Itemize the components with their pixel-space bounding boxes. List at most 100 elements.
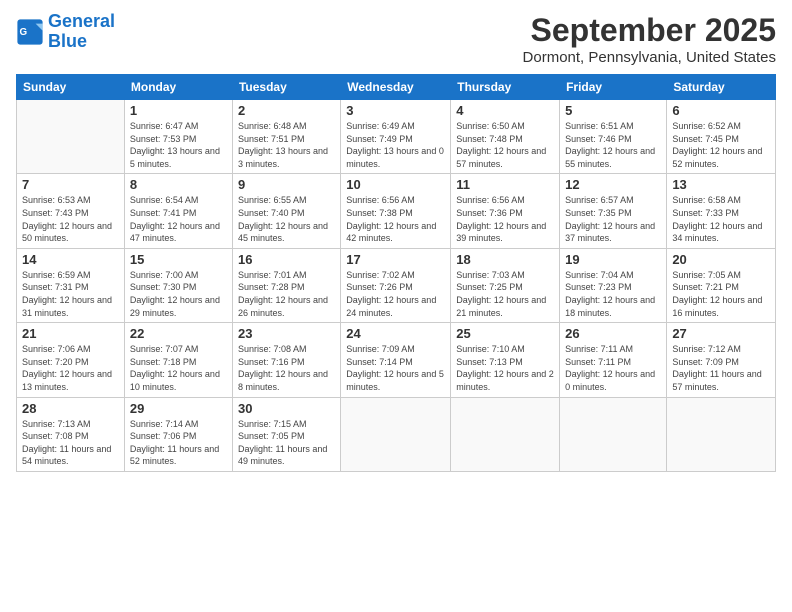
day-info: Sunrise: 7:04 AMSunset: 7:23 PMDaylight:… — [565, 269, 661, 319]
day-info: Sunrise: 7:05 AMSunset: 7:21 PMDaylight:… — [672, 269, 770, 319]
day-number: 24 — [346, 326, 445, 341]
calendar-cell: 9 Sunrise: 6:55 AMSunset: 7:40 PMDaylight… — [232, 174, 340, 248]
calendar-cell: 20 Sunrise: 7:05 AMSunset: 7:21 PMDayligh… — [667, 248, 776, 322]
day-number: 30 — [238, 401, 335, 416]
day-number: 18 — [456, 252, 554, 267]
svg-text:G: G — [20, 27, 28, 38]
day-header-friday: Friday — [560, 75, 667, 100]
day-header-sunday: Sunday — [17, 75, 125, 100]
header-row: SundayMondayTuesdayWednesdayThursdayFrid… — [17, 75, 776, 100]
day-info: Sunrise: 6:50 AMSunset: 7:48 PMDaylight:… — [456, 120, 554, 170]
day-info: Sunrise: 6:58 AMSunset: 7:33 PMDaylight:… — [672, 194, 770, 244]
week-row: 28 Sunrise: 7:13 AMSunset: 7:08 PMDayligh… — [17, 397, 776, 471]
day-header-monday: Monday — [124, 75, 232, 100]
day-info: Sunrise: 6:53 AMSunset: 7:43 PMDaylight:… — [22, 194, 119, 244]
day-info: Sunrise: 7:01 AMSunset: 7:28 PMDaylight:… — [238, 269, 335, 319]
title-block: September 2025 Dormont, Pennsylvania, Un… — [523, 12, 776, 66]
calendar-cell: 27 Sunrise: 7:12 AMSunset: 7:09 PMDayligh… — [667, 323, 776, 397]
day-number: 12 — [565, 177, 661, 192]
day-info: Sunrise: 7:03 AMSunset: 7:25 PMDaylight:… — [456, 269, 554, 319]
calendar-cell: 17Sunrise: 7:02 AMSunset: 7:26 PMDayligh… — [341, 248, 451, 322]
header: G General Blue September 2025 Dormont, P… — [16, 12, 776, 66]
day-info: Sunrise: 6:55 AMSunset: 7:40 PMDaylight:… — [238, 194, 335, 244]
day-number: 4 — [456, 103, 554, 118]
calendar-cell — [560, 397, 667, 471]
day-info: Sunrise: 6:57 AMSunset: 7:35 PMDaylight:… — [565, 194, 661, 244]
day-number: 21 — [22, 326, 119, 341]
calendar-cell — [667, 397, 776, 471]
day-number: 29 — [130, 401, 227, 416]
calendar-cell: 30 Sunrise: 7:15 AMSunset: 7:05 PMDayligh… — [232, 397, 340, 471]
day-number: 5 — [565, 103, 661, 118]
calendar-cell: 8Sunrise: 6:54 AMSunset: 7:41 PMDaylight… — [124, 174, 232, 248]
day-info: Sunrise: 6:52 AMSunset: 7:45 PMDaylight:… — [672, 120, 770, 170]
day-info: Sunrise: 7:10 AMSunset: 7:13 PMDaylight:… — [456, 343, 554, 393]
calendar-cell: 11 Sunrise: 6:56 AMSunset: 7:36 PMDayligh… — [451, 174, 560, 248]
day-info: Sunrise: 7:13 AMSunset: 7:08 PMDaylight:… — [22, 418, 119, 468]
day-number: 1 — [130, 103, 227, 118]
day-info: Sunrise: 6:56 AMSunset: 7:36 PMDaylight:… — [456, 194, 554, 244]
logo: G General Blue — [16, 12, 115, 52]
calendar-cell: 25Sunrise: 7:10 AMSunset: 7:13 PMDayligh… — [451, 323, 560, 397]
calendar-cell: 29Sunrise: 7:14 AMSunset: 7:06 PMDayligh… — [124, 397, 232, 471]
week-row: 21 Sunrise: 7:06 AMSunset: 7:20 PMDayligh… — [17, 323, 776, 397]
day-info: Sunrise: 7:08 AMSunset: 7:16 PMDaylight:… — [238, 343, 335, 393]
day-info: Sunrise: 7:06 AMSunset: 7:20 PMDaylight:… — [22, 343, 119, 393]
day-number: 9 — [238, 177, 335, 192]
month-title: September 2025 — [523, 12, 776, 49]
day-info: Sunrise: 7:07 AMSunset: 7:18 PMDaylight:… — [130, 343, 227, 393]
day-info: Sunrise: 7:00 AMSunset: 7:30 PMDaylight:… — [130, 269, 227, 319]
calendar-cell: 19Sunrise: 7:04 AMSunset: 7:23 PMDayligh… — [560, 248, 667, 322]
day-number: 17 — [346, 252, 445, 267]
calendar-cell: 24Sunrise: 7:09 AMSunset: 7:14 PMDayligh… — [341, 323, 451, 397]
calendar-cell: 15 Sunrise: 7:00 AMSunset: 7:30 PMDayligh… — [124, 248, 232, 322]
calendar-cell: 14 Sunrise: 6:59 AMSunset: 7:31 PMDayligh… — [17, 248, 125, 322]
day-info: Sunrise: 7:12 AMSunset: 7:09 PMDaylight:… — [672, 343, 770, 393]
calendar-cell: 10Sunrise: 6:56 AMSunset: 7:38 PMDayligh… — [341, 174, 451, 248]
day-number: 10 — [346, 177, 445, 192]
day-info: Sunrise: 6:48 AMSunset: 7:51 PMDaylight:… — [238, 120, 335, 170]
day-number: 26 — [565, 326, 661, 341]
calendar: SundayMondayTuesdayWednesdayThursdayFrid… — [16, 74, 776, 472]
day-number: 15 — [130, 252, 227, 267]
calendar-cell: 16Sunrise: 7:01 AMSunset: 7:28 PMDayligh… — [232, 248, 340, 322]
day-number: 23 — [238, 326, 335, 341]
day-number: 13 — [672, 177, 770, 192]
day-number: 20 — [672, 252, 770, 267]
location-subtitle: Dormont, Pennsylvania, United States — [523, 49, 776, 66]
day-info: Sunrise: 6:54 AMSunset: 7:41 PMDaylight:… — [130, 194, 227, 244]
calendar-cell: 26 Sunrise: 7:11 AMSunset: 7:11 PMDayligh… — [560, 323, 667, 397]
logo-line1: General — [48, 11, 115, 31]
day-number: 22 — [130, 326, 227, 341]
day-info: Sunrise: 7:15 AMSunset: 7:05 PMDaylight:… — [238, 418, 335, 468]
day-info: Sunrise: 6:47 AMSunset: 7:53 PMDaylight:… — [130, 120, 227, 170]
day-number: 7 — [22, 177, 119, 192]
calendar-cell — [341, 397, 451, 471]
logo-text: General Blue — [48, 12, 115, 52]
day-info: Sunrise: 6:59 AMSunset: 7:31 PMDaylight:… — [22, 269, 119, 319]
calendar-cell: 2Sunrise: 6:48 AMSunset: 7:51 PMDaylight… — [232, 100, 340, 174]
logo-icon: G — [16, 18, 44, 46]
day-number: 6 — [672, 103, 770, 118]
calendar-cell: 21 Sunrise: 7:06 AMSunset: 7:20 PMDayligh… — [17, 323, 125, 397]
page: G General Blue September 2025 Dormont, P… — [0, 0, 792, 612]
calendar-cell — [17, 100, 125, 174]
calendar-cell: 3 Sunrise: 6:49 AMSunset: 7:49 PMDaylight… — [341, 100, 451, 174]
day-number: 11 — [456, 177, 554, 192]
day-info: Sunrise: 6:51 AMSunset: 7:46 PMDaylight:… — [565, 120, 661, 170]
calendar-cell: 12 Sunrise: 6:57 AMSunset: 7:35 PMDayligh… — [560, 174, 667, 248]
calendar-cell: 28 Sunrise: 7:13 AMSunset: 7:08 PMDayligh… — [17, 397, 125, 471]
day-header-thursday: Thursday — [451, 75, 560, 100]
day-number: 27 — [672, 326, 770, 341]
day-info: Sunrise: 6:49 AMSunset: 7:49 PMDaylight:… — [346, 120, 445, 170]
calendar-cell: 7 Sunrise: 6:53 AMSunset: 7:43 PMDaylight… — [17, 174, 125, 248]
calendar-cell: 22 Sunrise: 7:07 AMSunset: 7:18 PMDayligh… — [124, 323, 232, 397]
day-info: Sunrise: 7:11 AMSunset: 7:11 PMDaylight:… — [565, 343, 661, 393]
day-number: 28 — [22, 401, 119, 416]
calendar-cell — [451, 397, 560, 471]
day-header-wednesday: Wednesday — [341, 75, 451, 100]
calendar-cell: 6 Sunrise: 6:52 AMSunset: 7:45 PMDaylight… — [667, 100, 776, 174]
day-number: 3 — [346, 103, 445, 118]
day-number: 14 — [22, 252, 119, 267]
week-row: 14 Sunrise: 6:59 AMSunset: 7:31 PMDayligh… — [17, 248, 776, 322]
